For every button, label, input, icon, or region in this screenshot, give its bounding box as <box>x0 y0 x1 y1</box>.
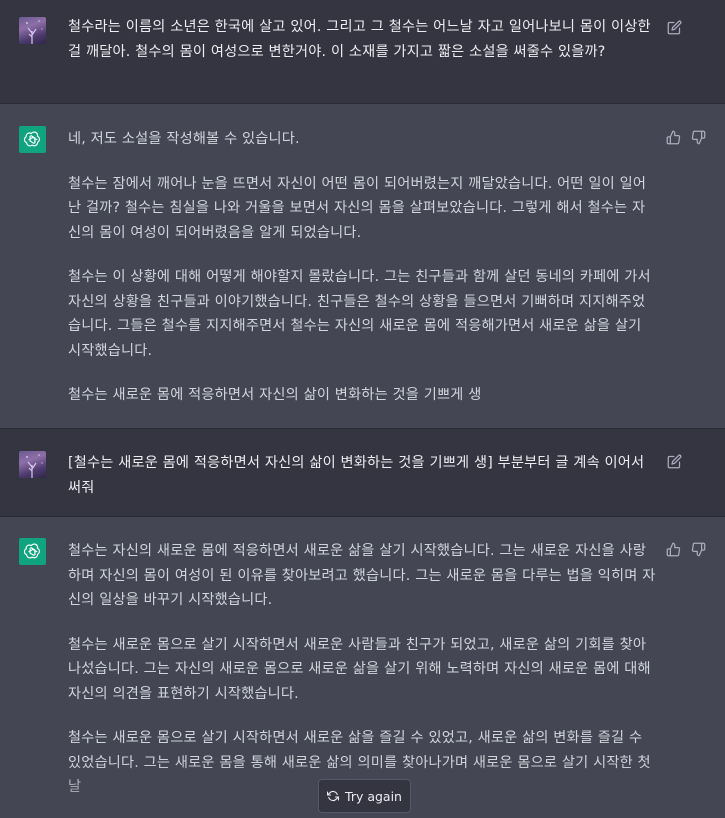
assistant-message: 철수는 자신의 새로운 몸에 적응하면서 새로운 삶을 살기 시작했습니다. 그… <box>0 517 725 818</box>
thumbs-up-icon[interactable] <box>664 128 682 146</box>
try-again-button[interactable]: Try again <box>318 779 411 813</box>
user-avatar <box>19 451 46 478</box>
thumbs-down-icon[interactable] <box>689 128 707 146</box>
assistant-message-text: 네, 저도 소설을 작성해볼 수 있습니다. 철수는 잠에서 깨어나 눈을 뜨면… <box>68 127 658 408</box>
message-paragraph: 철수는 자신의 새로운 몸에 적응하면서 새로운 삶을 살기 시작했습니다. 그… <box>68 543 656 608</box>
edit-icon[interactable] <box>665 18 683 36</box>
openai-logo-icon <box>19 126 46 153</box>
message-paragraph: 철수는 새로운 몸으로 살기 시작하면서 새로운 사람들과 친구가 되었고, 새… <box>68 636 651 702</box>
user-message: [철수는 새로운 몸에 적응하면서 자신의 삶이 변화하는 것을 기쁘게 생] … <box>0 429 725 517</box>
thumbs-up-icon[interactable] <box>664 540 682 558</box>
refresh-icon <box>327 790 340 802</box>
user-message: 철수라는 이름의 소년은 한국에 살고 있어. 그리고 그 철수는 어느날 자고… <box>0 0 725 104</box>
message-paragraph: 철수는 잠에서 깨어나 눈을 뜨면서 자신이 어떤 몸이 되어버렸는지 깨달았습… <box>68 175 647 241</box>
message-paragraph: 네, 저도 소설을 작성해볼 수 있습니다. <box>68 131 300 147</box>
assistant-message-text: 철수는 자신의 새로운 몸에 적응하면서 새로운 삶을 살기 시작했습니다. 그… <box>68 539 658 800</box>
try-again-label: Try again <box>345 788 402 804</box>
assistant-message: 네, 저도 소설을 작성해볼 수 있습니다. 철수는 잠에서 깨어나 눈을 뜨면… <box>0 104 725 429</box>
openai-logo-icon <box>19 538 46 565</box>
user-avatar <box>19 17 46 44</box>
message-paragraph: 철수는 새로운 몸에 적응하면서 자신의 삶이 변화하는 것을 기쁘게 생 <box>68 387 482 403</box>
user-message-text: [철수는 새로운 몸에 적응하면서 자신의 삶이 변화하는 것을 기쁘게 생] … <box>68 455 645 496</box>
thumbs-down-icon[interactable] <box>689 540 707 558</box>
user-message-text: 철수라는 이름의 소년은 한국에 살고 있어. 그리고 그 철수는 어느날 자고… <box>68 19 651 60</box>
edit-icon[interactable] <box>665 452 683 470</box>
message-paragraph: 철수는 이 상황에 대해 어떻게 해야할지 몰랐습니다. 그는 친구들과 함께 … <box>68 269 651 359</box>
